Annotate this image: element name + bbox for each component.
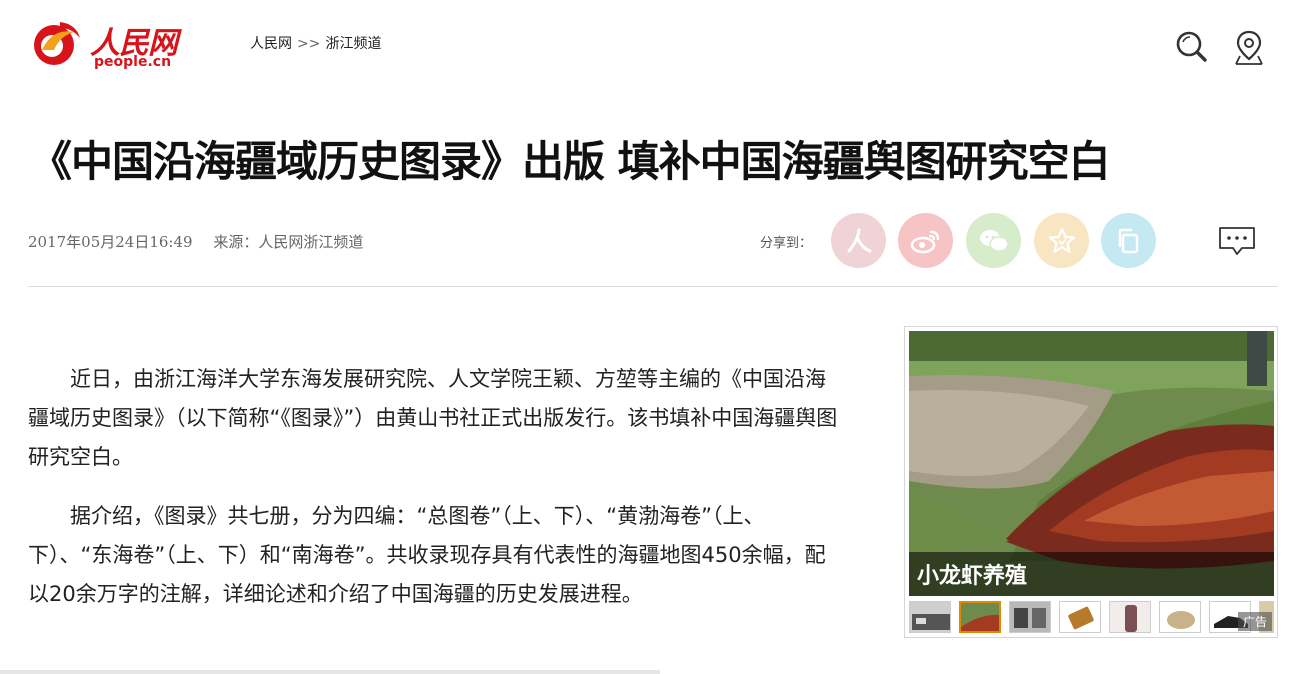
article-meta: 2017年05月24日16:49 来源：人民网浙江频道 <box>28 231 363 252</box>
ad-thumbnail-active[interactable] <box>959 601 1001 633</box>
ad-thumbnail[interactable] <box>1109 601 1151 633</box>
horizontal-scrollbar[interactable] <box>0 670 660 674</box>
people-logo[interactable]: 人民网 people.cn <box>30 16 180 72</box>
comment-icon <box>1219 227 1255 255</box>
ad-thumbnail[interactable] <box>1059 601 1101 633</box>
article-body: 近日，由浙江海洋大学东海发展研究院、人文学院王颖、方堃等主编的《中国沿海疆域历史… <box>28 360 843 634</box>
ad-thumbnail-strip: 广告 <box>909 601 1274 633</box>
logo-mark-icon <box>34 22 80 65</box>
breadcrumb-home-link[interactable]: 人民网 <box>250 36 292 52</box>
ad-image[interactable]: 小龙虾养殖 <box>909 331 1274 596</box>
site-header: 人民网 people.cn 人民网 >> 浙江频道 <box>0 0 1302 90</box>
wechat-share-button[interactable] <box>966 213 1021 268</box>
share-label: 分享到： <box>760 236 813 251</box>
ad-box: 小龙虾养殖 广告 <box>904 326 1278 638</box>
people-icon <box>847 228 871 252</box>
favorite-share-button[interactable] <box>1034 213 1089 268</box>
search-icon[interactable] <box>1174 28 1208 66</box>
article-paragraph: 据介绍，《图录》共七册，分为四编：“总图卷”（上、下）、“黄渤海卷”（上、下）、… <box>28 504 826 606</box>
ad-label: 广告 <box>1237 612 1272 631</box>
breadcrumb-separator: >> <box>297 36 321 52</box>
ad-thumbnail[interactable] <box>1159 601 1201 633</box>
comment-button[interactable] <box>1218 226 1256 256</box>
source-label: 来源： <box>213 233 259 251</box>
star-icon <box>1048 227 1075 253</box>
meta-divider <box>28 286 1278 287</box>
ad-caption[interactable]: 小龙虾养殖 <box>917 558 1027 590</box>
article-title: 《中国沿海疆域历史图录》出版 填补中国海疆舆图研究空白 <box>30 137 1111 186</box>
copy-share-button[interactable] <box>1101 213 1156 268</box>
logo-subtext: people.cn <box>94 54 172 70</box>
source-link[interactable]: 人民网浙江频道 <box>258 233 363 251</box>
weibo-icon <box>910 230 939 253</box>
ad-thumbnail[interactable] <box>909 601 951 633</box>
weibo-share-button[interactable] <box>898 213 953 268</box>
publish-date: 2017年05月24日16:49 <box>28 233 193 251</box>
people-share-button[interactable] <box>831 213 886 268</box>
breadcrumb: 人民网 >> 浙江频道 <box>250 33 381 53</box>
location-icon[interactable] <box>1232 28 1266 66</box>
article-paragraph: 近日，由浙江海洋大学东海发展研究院、人文学院王颖、方堃等主编的《中国沿海疆域历史… <box>28 367 838 469</box>
wechat-icon <box>979 229 1009 252</box>
breadcrumb-channel-link[interactable]: 浙江频道 <box>325 36 381 52</box>
copy-icon <box>1118 228 1138 253</box>
ad-thumbnail[interactable] <box>1009 601 1051 633</box>
